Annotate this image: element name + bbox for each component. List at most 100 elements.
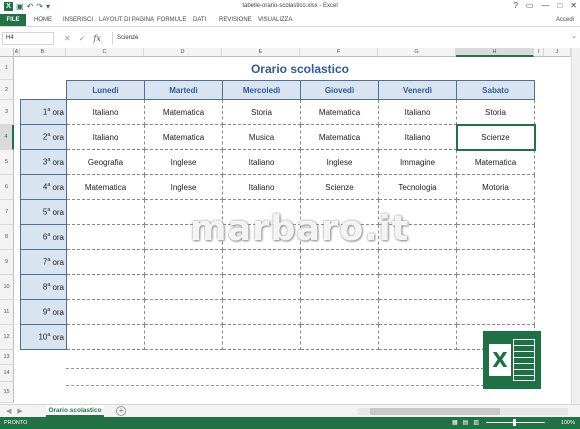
day-header[interactable]: Lunedì — [66, 80, 145, 100]
row-header[interactable]: 2 — [0, 80, 14, 100]
row-header[interactable]: 1 — [0, 57, 14, 80]
row-header[interactable]: 3 — [0, 100, 14, 125]
subject-cell[interactable]: Matematica — [144, 124, 223, 150]
subject-cell[interactable] — [222, 249, 301, 275]
subject-cell-selected[interactable]: Scienze — [455, 123, 536, 151]
prev-sheet-icon[interactable]: ◀ — [6, 407, 11, 415]
zoom-knob[interactable] — [513, 419, 516, 426]
tab-formule[interactable]: FORMULE — [157, 14, 186, 26]
tab-layout-di-pagina[interactable]: LAYOUT DI PAGINA — [99, 14, 154, 26]
subject-cell[interactable]: Italiano — [66, 99, 145, 125]
row-header[interactable]: 14 — [0, 365, 14, 382]
row-header[interactable]: 13 — [0, 350, 14, 365]
period-label[interactable]: 9a ora — [20, 299, 67, 325]
subject-cell[interactable]: Storia — [222, 99, 301, 125]
tab-file[interactable]: FILE — [0, 14, 26, 26]
day-header[interactable]: Sabato — [456, 80, 535, 100]
help-icon[interactable]: ? — [513, 1, 517, 10]
period-label[interactable]: 10a ora — [20, 324, 67, 350]
period-label[interactable]: 7a ora — [20, 249, 67, 275]
ribbon-display-icon[interactable]: ▭ — [526, 1, 534, 10]
day-header[interactable]: Mercoledì — [222, 80, 301, 100]
period-label[interactable]: 3a ora — [20, 149, 67, 175]
column-header[interactable]: D — [144, 48, 222, 57]
subject-cell[interactable]: Scienze — [300, 174, 379, 200]
tab-dati[interactable]: DATI — [193, 14, 206, 26]
name-box[interactable]: H4 — [2, 32, 54, 45]
subject-cell[interactable] — [222, 299, 301, 325]
subject-cell[interactable]: Motoria — [456, 174, 535, 200]
subject-cell[interactable]: Matematica — [456, 149, 535, 175]
subject-cell[interactable]: Matematica — [300, 124, 379, 150]
period-label[interactable]: 2a ora — [20, 124, 67, 150]
subject-cell[interactable] — [66, 199, 145, 225]
row-header[interactable]: 11 — [0, 300, 14, 325]
subject-cell[interactable] — [66, 224, 145, 250]
period-label[interactable]: 8a ora — [20, 274, 67, 300]
subject-cell[interactable] — [144, 274, 223, 300]
column-header[interactable]: J — [544, 48, 571, 57]
subject-cell[interactable] — [456, 299, 535, 325]
cancel-icon[interactable]: ✕ — [64, 34, 71, 43]
subject-cell[interactable]: Italiano — [378, 124, 457, 150]
zoom-slider[interactable] — [478, 419, 553, 426]
subject-cell[interactable] — [66, 324, 145, 350]
row-header[interactable]: 5 — [0, 150, 14, 175]
close-icon[interactable]: ✕ — [570, 1, 577, 10]
subject-cell[interactable] — [66, 274, 145, 300]
column-header[interactable]: F — [300, 48, 378, 57]
subject-cell[interactable] — [144, 299, 223, 325]
subject-cell[interactable]: Italiano — [378, 99, 457, 125]
expand-formula-bar-icon[interactable]: ⌄ — [571, 32, 577, 40]
period-label[interactable]: 6a ora — [20, 224, 67, 250]
subject-cell[interactable]: Tecnologia — [378, 174, 457, 200]
subject-cell[interactable] — [300, 324, 379, 350]
next-sheet-icon[interactable]: ▶ — [17, 407, 22, 415]
row-header[interactable]: 15 — [0, 382, 14, 403]
subject-cell[interactable]: Musica — [222, 124, 301, 150]
tab-inserisci[interactable]: INSERISCI — [63, 14, 93, 26]
subject-cell[interactable]: Inglese — [300, 149, 379, 175]
column-header[interactable]: E — [222, 48, 300, 57]
row-header[interactable]: 12 — [0, 325, 14, 350]
subject-cell[interactable]: Immagine — [378, 149, 457, 175]
subject-cell[interactable] — [456, 274, 535, 300]
subject-cell[interactable]: Geografia — [66, 149, 145, 175]
row-header[interactable]: 9 — [0, 250, 14, 275]
row-header[interactable]: 7 — [0, 200, 14, 225]
subject-cell[interactable] — [456, 249, 535, 275]
column-header[interactable]: G — [378, 48, 456, 57]
subject-cell[interactable] — [144, 249, 223, 275]
column-header[interactable]: I — [534, 48, 544, 57]
subject-cell[interactable] — [66, 299, 145, 325]
subject-cell[interactable]: Matematica — [66, 174, 145, 200]
maximize-icon[interactable]: □ — [557, 1, 562, 10]
minimize-icon[interactable]: — — [541, 1, 549, 10]
page-layout-icon[interactable]: ▤ — [463, 419, 469, 426]
day-header[interactable]: Giovedì — [300, 80, 379, 100]
period-label[interactable]: 4a ora — [20, 174, 67, 200]
subject-cell[interactable] — [144, 324, 223, 350]
subject-cell[interactable] — [378, 324, 457, 350]
row-header-selected[interactable]: 4 — [0, 125, 14, 150]
row-header[interactable]: 10 — [0, 275, 14, 300]
row-header[interactable]: 6 — [0, 175, 14, 200]
confirm-icon[interactable]: ✓ — [79, 34, 86, 43]
subject-cell[interactable]: Storia — [456, 99, 535, 125]
column-header[interactable]: C — [66, 48, 144, 57]
sheet-tab-active[interactable]: Orario scolastico — [46, 405, 104, 417]
subject-cell[interactable]: Italiano — [222, 149, 301, 175]
subject-cell[interactable] — [378, 299, 457, 325]
tab-revisione[interactable]: REVISIONE — [219, 14, 252, 26]
insert-function-icon[interactable]: fx — [93, 34, 100, 43]
day-header[interactable]: Martedì — [144, 80, 223, 100]
tab-home[interactable]: HOME — [34, 14, 52, 26]
subject-cell[interactable]: Matematica — [144, 99, 223, 125]
row-header[interactable]: 8 — [0, 225, 14, 250]
column-header[interactable]: B — [20, 48, 66, 57]
zoom-percent[interactable]: 100% — [561, 420, 575, 426]
column-header-selected[interactable]: H — [456, 48, 534, 57]
subject-cell[interactable] — [378, 249, 457, 275]
empty-cell[interactable] — [21, 81, 67, 100]
scroll-thumb[interactable] — [370, 408, 500, 415]
